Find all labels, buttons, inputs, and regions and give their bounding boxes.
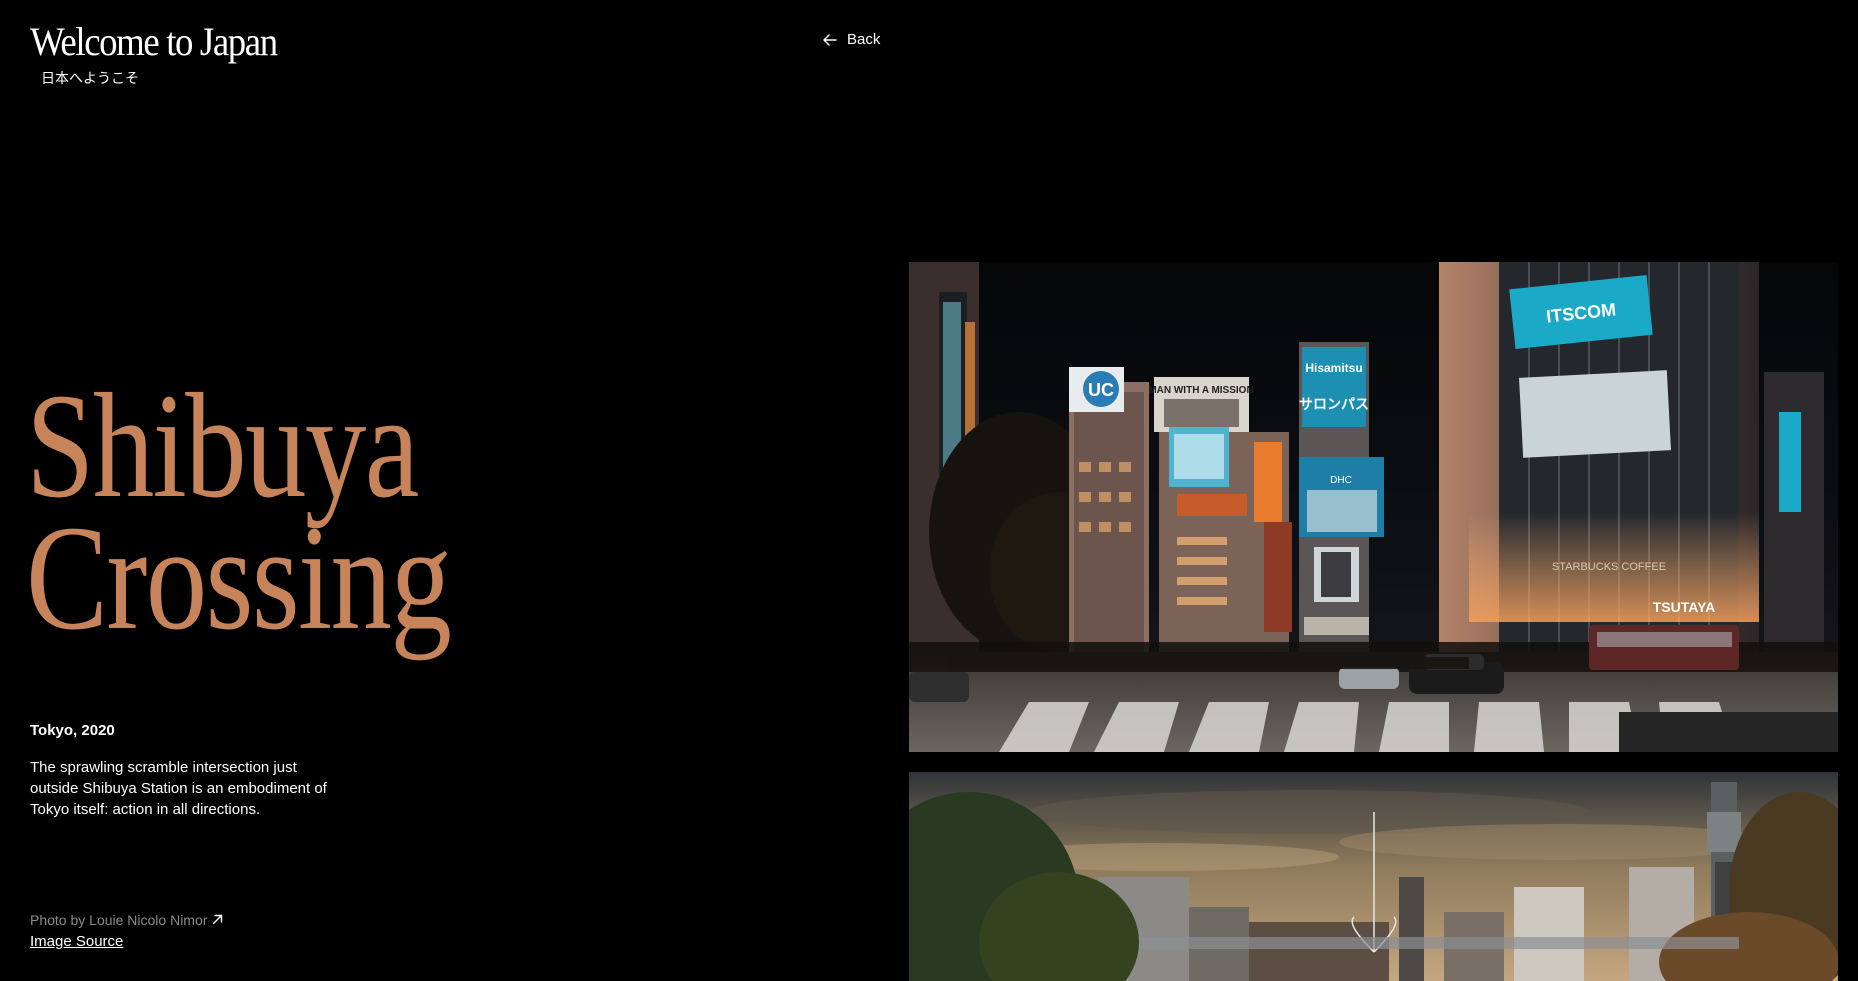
- back-label: Back: [847, 31, 881, 48]
- arrow-up-right-icon: [212, 912, 223, 928]
- sign-movie: MAN WITH A MISSION: [1148, 385, 1253, 396]
- image-source-link[interactable]: Image Source: [30, 933, 123, 950]
- osaka-skyline-photo: [909, 772, 1838, 981]
- photo-credit-text: Photo by Louie Nicolo Nimor: [30, 912, 208, 928]
- arrow-left-icon: [823, 33, 837, 46]
- location-year: Tokyo, 2020: [30, 722, 115, 739]
- sign-uc: UC: [1088, 380, 1114, 400]
- page-title-line-2: Crossing: [26, 495, 452, 661]
- page-title: Shibuya Crossing: [26, 363, 452, 661]
- sign-salonpas: サロンパス: [1299, 397, 1369, 413]
- site-subtitle: 日本へようこそ: [41, 71, 139, 87]
- shibuya-crossing-photo: UC MAN WITH A MISSION Hisamitsu サロンパス DH…: [909, 262, 1838, 752]
- site-brand[interactable]: Welcome to Japan 日本へようこそ: [30, 22, 298, 88]
- photo-credit[interactable]: Photo by Louie Nicolo Nimor: [30, 912, 223, 928]
- sign-hisamitsu: Hisamitsu: [1305, 361, 1362, 375]
- sign-starbucks: STARBUCKS COFFEE: [1552, 561, 1666, 573]
- sign-tsutaya: TSUTAYA: [1653, 599, 1716, 615]
- page: Welcome to Japan 日本へようこそ Back Shibuya Cr…: [0, 0, 1858, 981]
- page-title-line-1: Shibuya: [26, 363, 419, 529]
- site-title: Welcome to Japan: [30, 19, 278, 64]
- description-text: The sprawling scramble intersection just…: [30, 759, 327, 818]
- sign-dhc: DHC: [1330, 475, 1352, 486]
- back-button[interactable]: Back: [823, 31, 880, 48]
